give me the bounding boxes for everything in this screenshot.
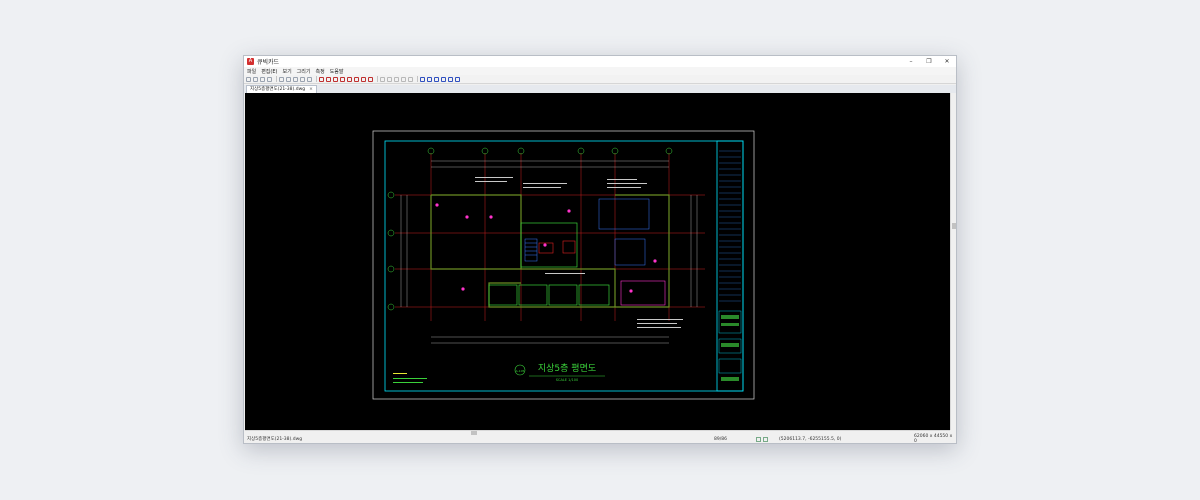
annotation-blocks: [475, 177, 683, 328]
drawing-canvas[interactable]: A-105 지상5층 평면도 SCALE 1/100: [245, 93, 950, 430]
cad-drawing: A-105 지상5층 평면도 SCALE 1/100: [372, 130, 755, 400]
window-controls: – ❐ ✕: [902, 56, 956, 67]
menu-measure[interactable]: 측정: [315, 68, 324, 75]
app-logo-icon: A: [247, 58, 254, 65]
zoom-out-icon[interactable]: [387, 76, 392, 82]
color-icon[interactable]: [427, 76, 432, 82]
print-icon[interactable]: [267, 76, 272, 82]
hatch-icon[interactable]: [434, 76, 439, 82]
ortho-icon[interactable]: [756, 436, 761, 442]
legend-notes: [393, 373, 427, 383]
toolbar-separator: [276, 76, 277, 82]
title-block-lines: [719, 150, 741, 302]
tab-close-icon[interactable]: ×: [309, 86, 313, 93]
zoom-in-icon[interactable]: [380, 76, 385, 82]
menu-view[interactable]: 보기: [282, 68, 291, 75]
status-file: 지상5층평면도(21-38).dwg: [247, 437, 303, 442]
status-coordinates: (5206113.7, -6255155.5, 0): [779, 436, 842, 442]
document-tab-label: 지상5층평면도(21-38).dwg: [250, 87, 306, 92]
line-icon[interactable]: [326, 76, 331, 82]
stair-elevator: [524, 198, 650, 266]
status-page: 89/86: [714, 436, 727, 442]
rectangle-icon[interactable]: [354, 76, 359, 82]
undo-icon[interactable]: [300, 76, 305, 82]
measure-icon[interactable]: [408, 76, 413, 82]
open-icon[interactable]: [253, 76, 258, 82]
title-block-info: [718, 310, 742, 381]
window-title: 큐빅카드: [257, 59, 280, 66]
new-icon[interactable]: [246, 76, 251, 82]
magenta-room: [620, 280, 666, 306]
app-window: A 큐빅카드 – ❐ ✕ 파일 편집(E) 보기 그리기 측정 도움말 지상5층…: [243, 55, 957, 444]
vertical-scrollbar[interactable]: [950, 93, 956, 430]
settings-icon[interactable]: [455, 76, 460, 82]
text-icon[interactable]: [368, 76, 373, 82]
main-toolbar: [244, 75, 956, 84]
grid-icon[interactable]: [441, 76, 446, 82]
title-marker: A-105: [516, 369, 525, 373]
menu-file[interactable]: 파일: [247, 68, 256, 75]
core-walls: [488, 222, 610, 306]
polygon-icon[interactable]: [361, 76, 366, 82]
save-icon[interactable]: [260, 76, 265, 82]
status-tools: [756, 436, 768, 442]
menu-help[interactable]: 도움말: [330, 68, 344, 75]
dimension-lines: [400, 160, 698, 344]
toolbar-separator: [316, 76, 317, 82]
document-tabs: 지상5층평면도(21-38).dwg ×: [244, 85, 956, 93]
toolbar-separator: [417, 76, 418, 82]
status-drawing-size: 62060 x 44550 x 0: [914, 434, 953, 444]
toolbar-separator: [377, 76, 378, 82]
copy-icon[interactable]: [286, 76, 291, 82]
equipment-markers: [435, 203, 657, 293]
paste-icon[interactable]: [293, 76, 298, 82]
menu-draw[interactable]: 그리기: [297, 68, 311, 75]
drawing-frame: [384, 140, 744, 392]
close-button[interactable]: ✕: [938, 56, 956, 67]
status-bar: 지상5층평면도(21-38).dwg 89/86 (5206113.7, -62…: [244, 434, 956, 444]
polyline-icon[interactable]: [333, 76, 338, 82]
maximize-button[interactable]: ❐: [920, 56, 938, 67]
snap-icon[interactable]: [448, 76, 453, 82]
drawing-title: 지상5층 평면도: [538, 363, 596, 374]
minimize-button[interactable]: –: [902, 56, 920, 67]
exterior-walls: [430, 194, 670, 308]
title-block: [716, 140, 744, 392]
highlight-boxes: [538, 240, 576, 254]
redo-icon[interactable]: [307, 76, 312, 82]
menu-bar: 파일 편집(E) 보기 그리기 측정 도움말: [244, 67, 956, 75]
structural-grid: [395, 153, 705, 321]
circle-icon[interactable]: [347, 76, 352, 82]
menu-edit[interactable]: 편집(E): [261, 68, 277, 75]
drawing-scale: SCALE 1/100: [556, 378, 578, 382]
vertical-scroll-thumb[interactable]: [952, 223, 956, 229]
zoom-extent-icon[interactable]: [394, 76, 399, 82]
drawing-title-block: A-105 지상5층 평면도 SCALE 1/100: [514, 363, 605, 382]
select-icon[interactable]: [319, 76, 324, 82]
title-bar[interactable]: A 큐빅카드 – ❐ ✕: [244, 56, 956, 67]
document-tab[interactable]: 지상5층평면도(21-38).dwg ×: [246, 85, 317, 93]
pan-icon[interactable]: [401, 76, 406, 82]
arc-icon[interactable]: [340, 76, 345, 82]
cut-icon[interactable]: [279, 76, 284, 82]
layer-icon[interactable]: [420, 76, 425, 82]
snap-icon[interactable]: [763, 436, 768, 442]
